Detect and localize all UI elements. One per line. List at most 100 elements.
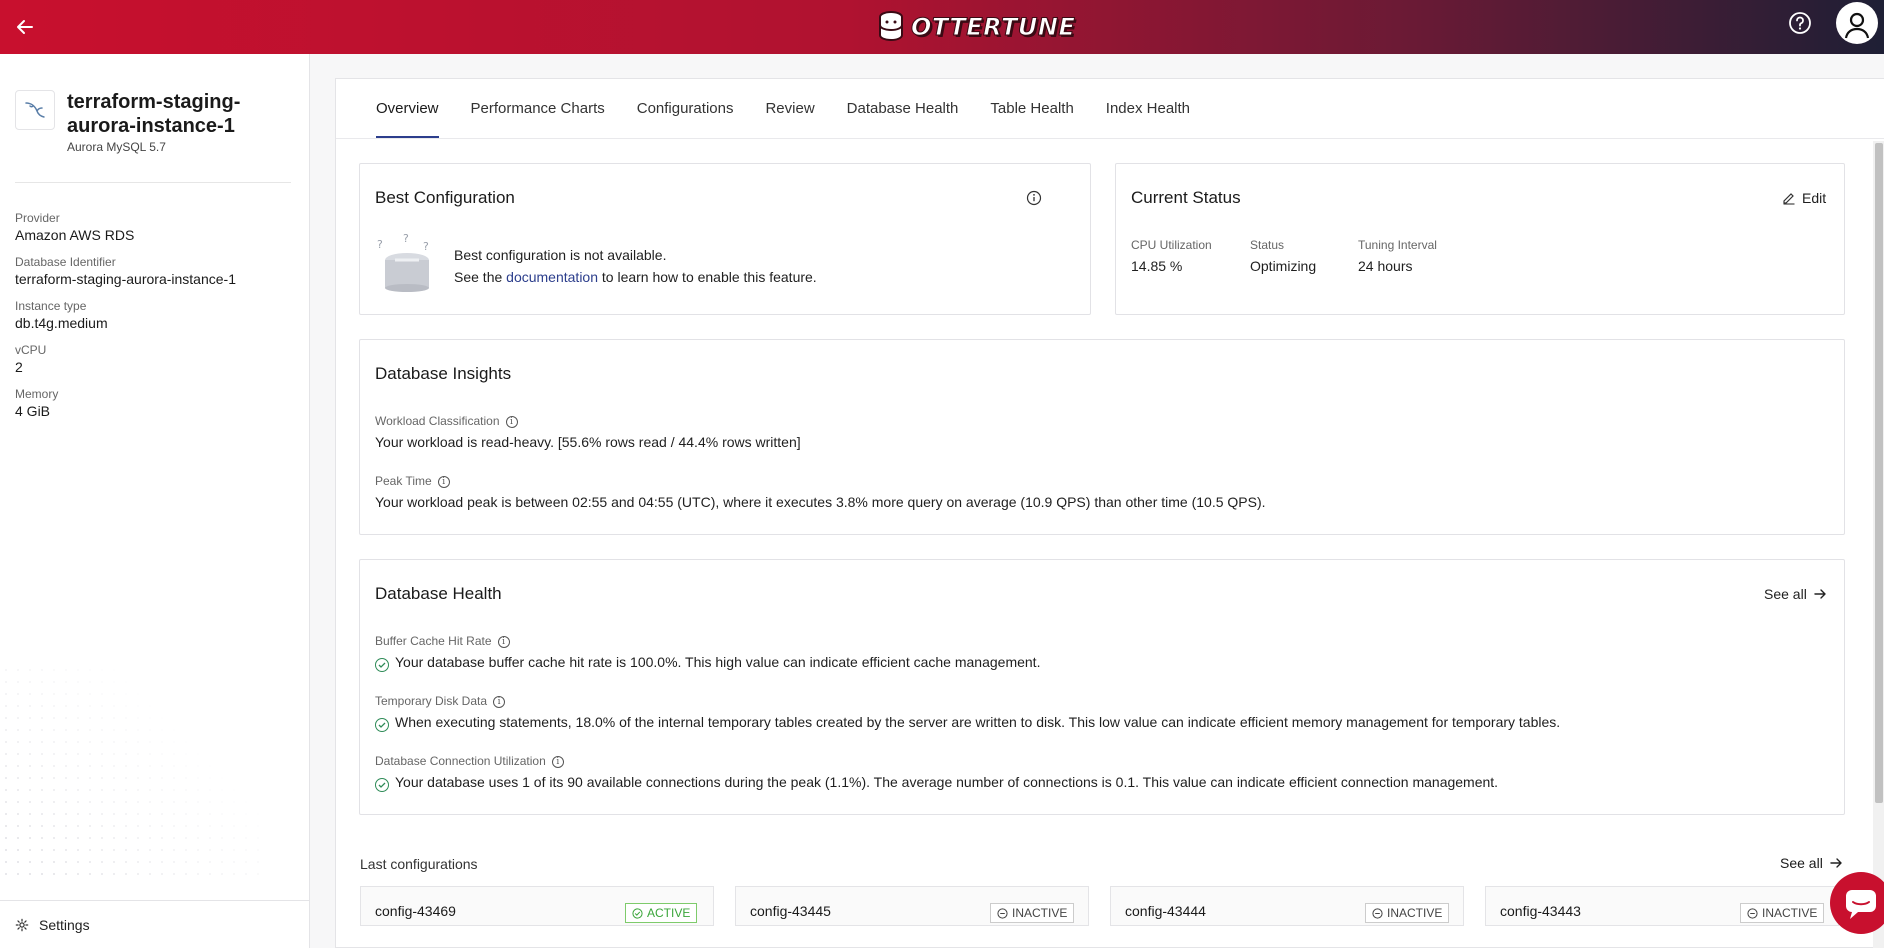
svg-text:?: ?: [403, 234, 409, 245]
instance-type-label: Instance type: [15, 299, 87, 313]
best-configuration-card: Best Configuration ? ? ? Best configurat…: [359, 163, 1091, 315]
workload-classification-label: Workload Classification: [375, 414, 500, 428]
tuning-interval-field: Tuning Interval 24 hours: [1358, 238, 1437, 274]
status-label: Status: [1250, 238, 1285, 252]
memory-value: 4 GiB: [15, 403, 51, 419]
check-circle-icon: [375, 718, 389, 732]
check-circle-icon: [375, 778, 389, 792]
sidebar-divider: [15, 182, 291, 183]
config-card[interactable]: config-43443 INACTIVE: [1485, 886, 1839, 926]
documentation-link[interactable]: documentation: [506, 269, 598, 285]
last-configurations-title: Last configurations: [360, 856, 478, 872]
database-title-line1: terraform-staging-: [67, 91, 241, 113]
connection-utilization-label-row: Database Connection Utilization i: [375, 754, 1498, 768]
best-configuration-prefix: See the: [454, 269, 507, 285]
config-name: config-43469: [375, 903, 456, 919]
settings-button[interactable]: Settings: [0, 900, 309, 948]
empty-state-illustration-icon: ? ? ?: [377, 234, 429, 292]
back-arrow-icon[interactable]: [12, 14, 38, 40]
instance-type-value: db.t4g.medium: [15, 315, 108, 331]
database-identifier-label: Database Identifier: [15, 255, 116, 269]
connection-utilization-row: Your database uses 1 of its 90 available…: [375, 774, 1498, 792]
tab-overview[interactable]: Overview: [376, 79, 439, 138]
status-badge: INACTIVE: [1740, 903, 1825, 923]
sidebar: terraform-staging- aurora-instance-1 Aur…: [0, 54, 310, 948]
database-health-card: Database Health See all Buffer Cache Hit…: [359, 559, 1845, 815]
status-badge: INACTIVE: [1365, 903, 1450, 923]
tab-configurations[interactable]: Configurations: [637, 79, 734, 138]
temporary-disk-data-label: Temporary Disk Data: [375, 694, 488, 708]
info-icon[interactable]: i: [551, 756, 564, 768]
buffer-cache-label: Buffer Cache Hit Rate: [375, 634, 492, 648]
user-avatar[interactable]: [1836, 2, 1878, 44]
status-badge-label: INACTIVE: [1387, 906, 1443, 920]
config-card[interactable]: config-43469 ACTIVE: [360, 886, 714, 926]
minus-circle-icon: [997, 907, 1008, 919]
peak-time-label-row: Peak Time i: [375, 474, 1266, 488]
config-name: config-43443: [1500, 903, 1581, 919]
buffer-cache-row: Your database buffer cache hit rate is 1…: [375, 654, 1040, 672]
edit-button[interactable]: Edit: [1782, 190, 1826, 206]
connection-utilization-label: Database Connection Utilization: [375, 754, 546, 768]
provider-value: Amazon AWS RDS: [15, 227, 135, 243]
info-icon[interactable]: i: [497, 636, 510, 648]
decorative-dot-pattern: [0, 664, 260, 884]
best-configuration-message: Best configuration is not available. See…: [454, 244, 817, 288]
database-title-line2: aurora-instance-1: [67, 115, 235, 137]
tab-bar: Overview Performance Charts Configuratio…: [376, 79, 1190, 138]
peak-time-text: Your workload peak is between 02:55 and …: [375, 494, 1266, 510]
database-engine: Aurora MySQL 5.7: [67, 140, 166, 154]
best-configuration-suffix: to learn how to enable this feature.: [598, 269, 817, 285]
cpu-utilization-label: CPU Utilization: [1131, 238, 1212, 252]
provider-label: Provider: [15, 211, 60, 225]
arrow-right-icon: [1830, 858, 1842, 868]
tab-review[interactable]: Review: [765, 79, 814, 138]
tuning-interval-label: Tuning Interval: [1358, 238, 1437, 252]
ottertune-logo[interactable]: OTTERTUNE: [877, 7, 1075, 47]
arrow-right-icon: [1814, 589, 1826, 599]
chat-bubble-icon: [1846, 890, 1876, 919]
edit-label: Edit: [1802, 190, 1827, 206]
status-field: Status Optimizing: [1250, 238, 1316, 274]
chat-button[interactable]: [1830, 872, 1884, 934]
pencil-icon: [1783, 193, 1795, 205]
logo-wordmark: OTTERTUNE: [910, 13, 1076, 42]
vertical-scrollbar[interactable]: [1873, 141, 1884, 948]
mysql-icon: [15, 90, 55, 130]
info-icon[interactable]: [1026, 190, 1042, 209]
gear-icon: [15, 918, 29, 931]
tab-performance-charts[interactable]: Performance Charts: [471, 79, 605, 138]
info-icon[interactable]: i: [437, 476, 450, 488]
config-card[interactable]: config-43445 INACTIVE: [735, 886, 1089, 926]
database-title: terraform-staging- aurora-instance-1: [67, 90, 297, 138]
temporary-disk-data-text: When executing statements, 18.0% of the …: [395, 714, 1561, 730]
top-bar: OTTERTUNE: [0, 0, 1884, 54]
info-icon[interactable]: i: [493, 696, 506, 708]
connection-utilization-text: Your database uses 1 of its 90 available…: [395, 774, 1499, 790]
tab-table-health[interactable]: Table Health: [990, 79, 1073, 138]
temporary-disk-data-label-row: Temporary Disk Data i: [375, 694, 1560, 708]
user-icon: [1844, 12, 1870, 39]
status-badge-label: ACTIVE: [647, 906, 691, 920]
health-see-all-label: See all: [1764, 586, 1807, 602]
best-configuration-line2: See the documentation to learn how to en…: [454, 266, 817, 288]
buffer-cache-item: Buffer Cache Hit Rate i Your database buf…: [375, 634, 1040, 672]
workload-classification-label-row: Workload Classification i: [375, 414, 801, 428]
best-configuration-title: Best Configuration: [375, 188, 515, 207]
current-status-title: Current Status: [1131, 188, 1241, 207]
status-value: Optimizing: [1250, 258, 1317, 274]
health-see-all-link[interactable]: See all: [1764, 586, 1827, 602]
status-badge: INACTIVE: [990, 903, 1075, 923]
minus-circle-icon: [1372, 907, 1383, 919]
tab-database-health[interactable]: Database Health: [847, 79, 959, 138]
temporary-disk-data-item: Temporary Disk Data i When executing stat…: [375, 694, 1560, 732]
config-name: config-43444: [1125, 903, 1206, 919]
info-icon[interactable]: i: [505, 416, 518, 428]
peak-time-item: Peak Time i Your workload peak is between…: [375, 474, 1266, 510]
scrollbar-thumb[interactable]: [1875, 143, 1883, 803]
config-card[interactable]: config-43444 INACTIVE: [1110, 886, 1464, 926]
help-icon[interactable]: [1787, 10, 1813, 36]
configs-see-all-link[interactable]: See all: [1780, 855, 1843, 871]
tab-index-health[interactable]: Index Health: [1106, 79, 1190, 138]
minus-circle-icon: [1747, 907, 1758, 919]
